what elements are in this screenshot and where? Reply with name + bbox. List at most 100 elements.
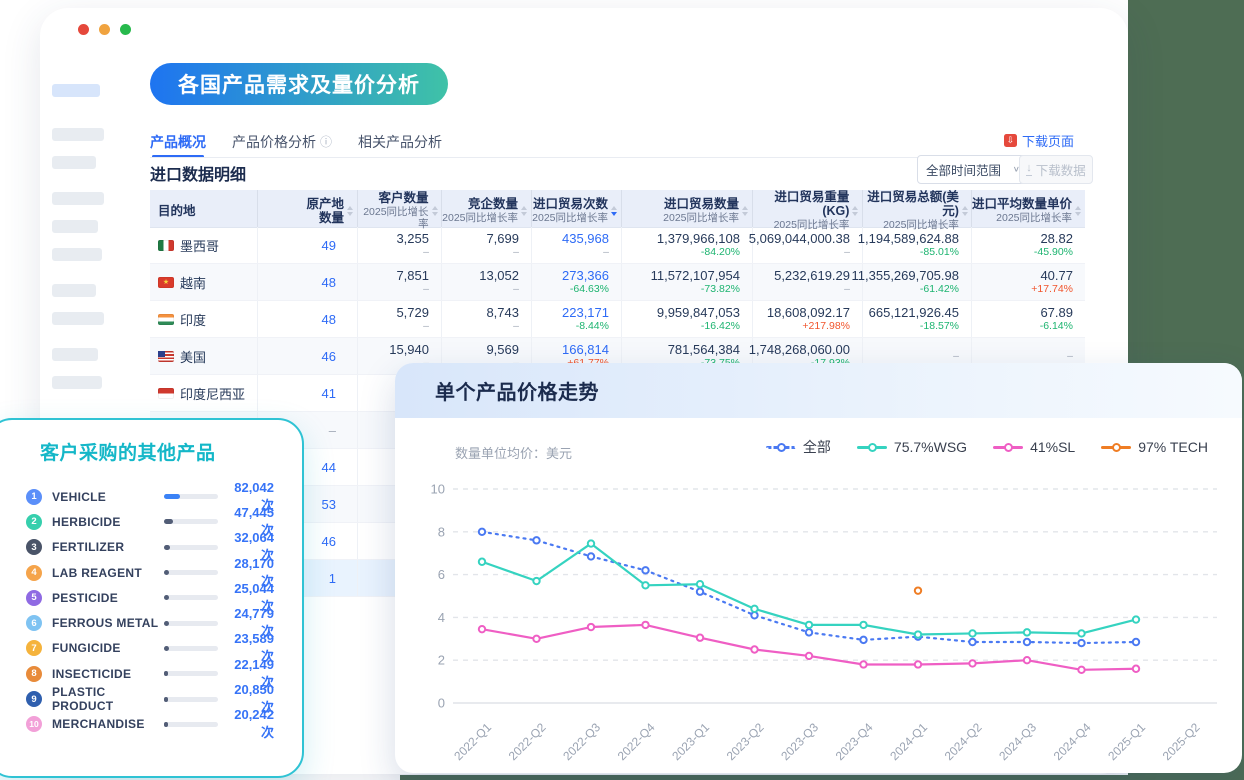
legend-label: 全部 — [803, 437, 831, 457]
svg-text:8: 8 — [438, 524, 445, 539]
country-name: 越南 — [180, 273, 206, 292]
tab-2[interactable]: 产品价格分析ⓘ — [232, 128, 332, 157]
svg-text:2022-Q1: 2022-Q1 — [451, 720, 494, 763]
column-title: 原产地数量 — [306, 197, 344, 225]
metric-value: 11,572,107,954 — [651, 268, 740, 283]
origin-count-value: 1 — [329, 571, 336, 586]
metric-change: – — [1067, 350, 1073, 363]
svg-text:2024-Q3: 2024-Q3 — [996, 720, 1039, 763]
sort-carets-icon[interactable] — [962, 206, 969, 216]
table-row[interactable]: 印度485,729–8,743–223,171-8.44%9,959,847,0… — [150, 301, 1085, 338]
sort-carets-icon[interactable] — [432, 206, 439, 216]
metric-value: 3,255 — [396, 231, 429, 246]
column-header-3[interactable]: 客户数量2025同比增长率 — [358, 190, 442, 231]
column-title: 进口贸易数量2025同比增长率 — [663, 197, 739, 224]
flag-icon-mx — [158, 240, 174, 251]
legend-item[interactable]: 75.7%WSG — [857, 439, 967, 455]
mini-progress-fill — [164, 570, 169, 575]
sort-carets-icon[interactable] — [852, 206, 860, 216]
column-header-5[interactable]: 进口贸易次数2025同比增长率 — [532, 190, 622, 231]
metric-value: 273,366 — [562, 268, 609, 283]
chart-card-header: 单个产品价格走势 — [395, 363, 1242, 418]
metric-value: 5,069,044,000.38 — [749, 231, 850, 246]
mini-progress-bar — [164, 722, 218, 727]
column-title: 进口贸易重量(KG)2025同比增长率 — [753, 190, 849, 231]
tab-label: 产品概况 — [150, 128, 206, 157]
origin-count-value: 44 — [322, 460, 336, 475]
svg-text:6: 6 — [438, 567, 445, 582]
sidebar-placeholder-bar — [52, 312, 104, 325]
rank-badge: 2 — [26, 514, 42, 530]
sort-carets-icon[interactable] — [521, 206, 529, 216]
sort-carets-icon[interactable] — [347, 206, 355, 216]
column-header-7[interactable]: 进口贸易重量(KG)2025同比增长率 — [753, 190, 863, 231]
download-page-link[interactable]: ⇩ 下载页面 — [1004, 131, 1074, 150]
traffic-light-minimize[interactable] — [99, 24, 110, 35]
column-title: 进口贸易总额(美元)2025同比增长率 — [863, 190, 959, 231]
metric-change: -85.01% — [920, 246, 959, 259]
tab-3[interactable]: 相关产品分析 — [358, 128, 442, 157]
mini-progress-fill — [164, 595, 169, 600]
mini-progress-fill — [164, 519, 173, 524]
legend-item[interactable]: 全部 — [766, 437, 831, 457]
legend-item[interactable]: 97% TECH — [1101, 439, 1208, 455]
metric-change: – — [423, 246, 429, 259]
metric-value: 166,814 — [562, 342, 609, 357]
metric-value: 9,959,847,053 — [657, 305, 740, 320]
metric-cell-6: 11,355,269,705.98-61.42% — [863, 264, 972, 300]
metric-value: 5,232,619.29 — [774, 268, 850, 283]
tab-1[interactable]: 产品概况 — [150, 128, 206, 157]
svg-text:2024-Q1: 2024-Q1 — [887, 720, 930, 763]
sort-carets-icon[interactable] — [742, 206, 750, 216]
mini-progress-bar — [164, 494, 218, 499]
metric-value: 223,171 — [562, 305, 609, 320]
sidebar-placeholder-bar — [52, 348, 98, 361]
metric-change: – — [513, 283, 519, 296]
metric-value: 40.77 — [1040, 268, 1073, 283]
metric-value: 7,699 — [486, 231, 519, 246]
legend-marker-icon — [993, 443, 1023, 452]
legend-item[interactable]: 41%SL — [993, 439, 1075, 455]
download-data-label: 下载数据 — [1036, 160, 1086, 179]
svg-text:2022-Q3: 2022-Q3 — [560, 720, 603, 763]
destination-cell: 印度尼西亚 — [150, 375, 258, 411]
country-name: 美国 — [180, 347, 206, 366]
column-header-9[interactable]: 进口平均数量单价2025同比增长率 — [972, 190, 1085, 231]
column-title: 竞企数量2025同比增长率 — [442, 197, 518, 224]
table-row[interactable]: 墨西哥493,255–7,699–435,968–1,379,966,108-8… — [150, 227, 1085, 264]
sidebar-placeholder-bar — [52, 248, 102, 261]
metric-cell-4: 9,959,847,053-16.42% — [622, 301, 753, 337]
flag-icon-us — [158, 351, 174, 362]
time-range-select[interactable]: 全部时间范围 ∨ — [917, 155, 1029, 184]
legend-marker-icon — [1101, 443, 1131, 452]
svg-text:2025-Q1: 2025-Q1 — [1105, 720, 1148, 763]
traffic-light-close[interactable] — [78, 24, 89, 35]
download-data-button[interactable]: ↓ 下载数据 — [1019, 155, 1093, 184]
page-title-badge: 各国产品需求及量价分析 — [150, 63, 448, 105]
column-header-6[interactable]: 进口贸易数量2025同比增长率 — [622, 190, 753, 231]
metric-value: 435,968 — [562, 231, 609, 246]
popup-list: 1VEHICLE82,042 次2HERBICIDE47,445 次3FERTI… — [26, 484, 274, 737]
chart-legend: 全部 75.7%WSG 41%SL 97% TECH — [766, 437, 1208, 457]
tab-label: 相关产品分析 — [358, 128, 442, 157]
rank-badge: 1 — [26, 489, 42, 505]
legend-marker-icon — [766, 443, 796, 452]
rank-badge: 10 — [26, 716, 42, 732]
column-header-8[interactable]: 进口贸易总额(美元)2025同比增长率 — [863, 190, 972, 231]
sort-carets-icon[interactable] — [1075, 206, 1083, 216]
metric-value: 1,379,966,108 — [657, 231, 740, 246]
section-title: 进口数据明细 — [150, 161, 246, 185]
metric-change: – — [513, 320, 519, 333]
column-header-2[interactable]: 原产地数量 — [258, 190, 358, 231]
rank-badge: 5 — [26, 590, 42, 606]
sidebar-placeholder-bar — [52, 84, 100, 97]
column-header-4[interactable]: 竞企数量2025同比增长率 — [442, 190, 532, 231]
metric-change: -16.42% — [701, 320, 740, 333]
table-row[interactable]: ★越南487,851–13,052–273,366-64.63%11,572,1… — [150, 264, 1085, 301]
sort-carets-icon[interactable] — [611, 206, 619, 216]
metric-change: -73.82% — [701, 283, 740, 296]
price-trend-card: 单个产品价格走势 数量单位均价：美元 全部75.7%WSG41%SL97% TE… — [395, 363, 1242, 773]
traffic-light-zoom[interactable] — [120, 24, 131, 35]
product-name: HERBICIDE — [52, 515, 164, 529]
country-name: 墨西哥 — [180, 236, 219, 255]
